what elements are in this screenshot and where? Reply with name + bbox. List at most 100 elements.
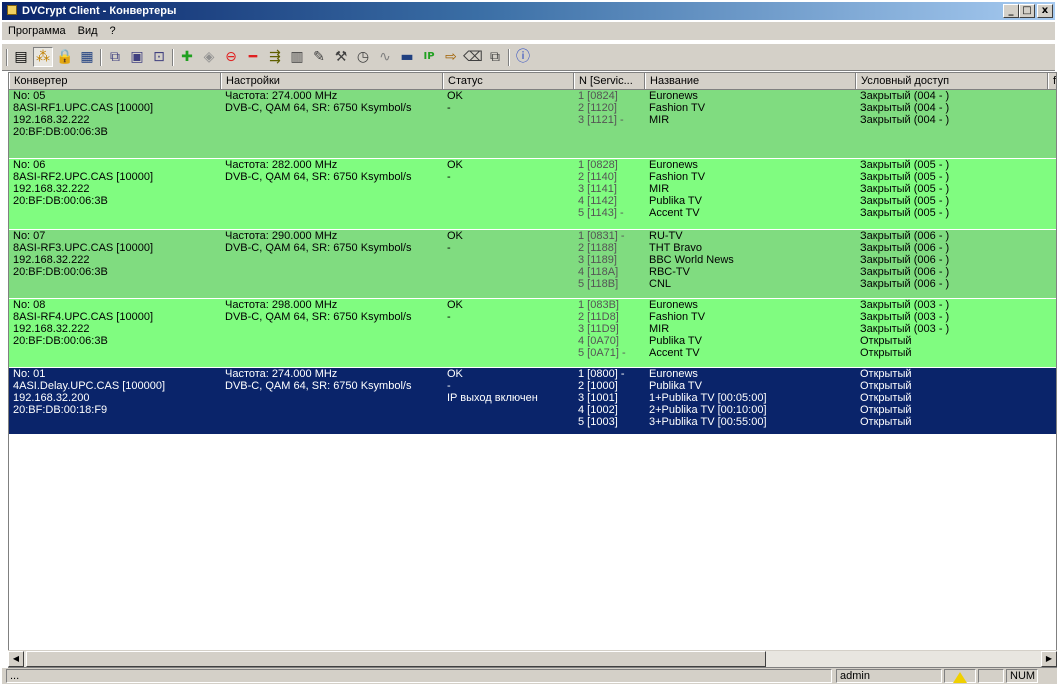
converter-row[interactable]: No: 01 4ASI.Delay.UPC.CAS [100000] 192.168… (9, 368, 1056, 434)
converter-cell-line: 20:BF:DB:00:18:F9 (13, 404, 108, 416)
service-access: Открытый (860, 380, 912, 392)
conditional-access-cell: Закрытый (004 - ) Закрытый (004 - ) Закрыт… (860, 90, 949, 126)
service-number-cell: 1 [0824] 2 [1120] 3 [1121] - (578, 90, 640, 126)
column-header-name[interactable]: Название (645, 73, 856, 89)
column-header-extra[interactable]: f (1048, 73, 1056, 89)
converter-row[interactable]: No: 07 8ASI-RF3.UPC.CAS [10000] 192.168.32… (9, 230, 1056, 298)
window-icon[interactable]: ⧉ (105, 47, 125, 67)
service-name: Fashion TV (649, 102, 706, 114)
settings-cell-line: DVB-C, QAM 64, SR: 6750 Ksymbol/s (225, 380, 412, 392)
settings-cell-line: Частота: 274.000 MHz (225, 90, 338, 102)
transfer-icon[interactable]: ⇶ (265, 47, 285, 67)
maximize-button[interactable]: □ (1019, 4, 1035, 18)
service-number: 4 [0A70] (578, 335, 619, 347)
service-number: 2 [1140] (578, 171, 617, 183)
settings-cell-line: DVB-C, QAM 64, SR: 6750 Ksymbol/s (225, 242, 412, 254)
signal-icon[interactable]: ∿ (375, 47, 395, 67)
edit-icon[interactable]: ✎ (309, 47, 329, 67)
service-name: THT Bravo (649, 242, 702, 254)
info-icon[interactable]: ⓘ (513, 47, 533, 67)
converters-list[interactable]: Конвертер Настройки Статус N [Servic... … (8, 72, 1057, 668)
service-name-cell: Euronews Fashion TV MIR Publika TV Accent TV (649, 159, 705, 219)
settings-cell-line: Частота: 290.000 MHz (225, 230, 338, 242)
service-name: Euronews (649, 368, 698, 380)
service-name: RBC-TV (649, 266, 690, 278)
converter-row[interactable]: No: 05 8ASI-RF1.UPC.CAS [10000] 192.168.32… (9, 90, 1056, 158)
service-number: 2 [1188] (578, 242, 617, 254)
close-button[interactable]: x (1037, 4, 1053, 18)
service-number: 2 [11D8] (578, 311, 619, 323)
clock-icon[interactable]: ◷ (353, 47, 373, 67)
column-header-status[interactable]: Статус (443, 73, 574, 89)
tools-icon[interactable]: ⚒ (331, 47, 351, 67)
service-name: Accent TV (649, 207, 700, 219)
settings-cell: Частота: 274.000 MHz DVB-C, QAM 64, SR: 6… (225, 90, 411, 114)
settings-cell-line: Частота: 298.000 MHz (225, 299, 338, 311)
service-name: 2+Publika TV [00:10:00] (649, 404, 767, 416)
service-name: Euronews (649, 299, 698, 311)
eraser-icon[interactable]: ⌫ (463, 47, 483, 67)
toolbar: ▤ ⁂ 🔒 ▦ ⧉ ▣ ⊡ ✚ ◈ ⊖ ━ ⇶ ▥ ✎ ⚒ ◷ ∿ ▬ IP ⇨… (2, 43, 1055, 71)
search-window-icon[interactable]: ⊡ (149, 47, 169, 67)
service-access: Закрытый (006 - ) (860, 266, 950, 278)
converter-cell-line: No: 08 (13, 299, 46, 311)
converter-cell-line: 8ASI-RF3.UPC.CAS [10000] (13, 242, 154, 254)
remove-icon[interactable]: ━ (243, 47, 263, 67)
scroll-right-button[interactable]: ▶ (1041, 651, 1057, 667)
service-name-cell: Euronews Publika TV 1+Publika TV [00:05:00… (649, 368, 767, 428)
menu-view[interactable]: Вид (72, 25, 104, 37)
service-access: Закрытый (006 - ) (860, 242, 950, 254)
service-number: 2 [1120] (578, 102, 617, 114)
list-view-icon[interactable]: ▤ (11, 47, 31, 67)
display-icon[interactable]: ▬ (397, 47, 417, 67)
calendar-icon[interactable]: ▥ (287, 47, 307, 67)
stop-icon[interactable]: ⊖ (221, 47, 241, 67)
column-header-service-number[interactable]: N [Servic... (574, 73, 645, 89)
service-access: Открытый (860, 347, 912, 359)
copy-icon[interactable]: ⧉ (485, 47, 505, 67)
menu-help[interactable]: ? (104, 25, 122, 37)
service-name: Accent TV (649, 347, 700, 359)
horizontal-scrollbar[interactable]: ◀ ▶ (8, 650, 1057, 667)
minimize-button[interactable]: _ (1003, 4, 1019, 18)
add-icon[interactable]: ✚ (177, 47, 197, 67)
service-access: Закрытый (003 - ) (860, 311, 950, 323)
service-name: Publika TV (649, 335, 702, 347)
service-name: 1+Publika TV [00:05:00] (649, 392, 767, 404)
status-warning-panel (944, 669, 976, 683)
service-name: Fashion TV (649, 311, 706, 323)
lock-view-icon[interactable]: 🔒 (55, 47, 75, 67)
column-header-settings[interactable]: Настройки (221, 73, 443, 89)
scroll-thumb[interactable] (26, 651, 766, 667)
converter-row[interactable]: No: 06 8ASI-RF2.UPC.CAS [10000] 192.168.32… (9, 159, 1056, 229)
service-number: 1 [0824] (578, 90, 618, 102)
converter-cell-line: 192.168.32.222 (13, 183, 90, 195)
export-icon[interactable]: ⇨ (441, 47, 461, 67)
converter-cell: No: 08 8ASI-RF4.UPC.CAS [10000] 192.168.32… (13, 299, 153, 347)
diamond-icon[interactable]: ◈ (199, 47, 219, 67)
settings-cell-line: DVB-C, QAM 64, SR: 6750 Ksymbol/s (225, 171, 412, 183)
menu-program[interactable]: Программа (2, 25, 72, 37)
status-cell: OK - (447, 230, 463, 254)
column-header-converter[interactable]: Конвертер (9, 73, 221, 89)
ip-icon[interactable]: IP (419, 47, 439, 67)
table-view-icon[interactable]: ▦ (77, 47, 97, 67)
service-access: Открытый (860, 335, 912, 347)
monitor-icon[interactable]: ▣ (127, 47, 147, 67)
window-title: DVCrypt Client - Конвертеры (22, 5, 177, 17)
toolbar-separator (6, 49, 8, 66)
service-number: 5 [118B] (578, 278, 619, 290)
scroll-left-button[interactable]: ◀ (8, 651, 24, 667)
service-number: 5 [1143] - (578, 207, 624, 219)
converter-row[interactable]: No: 08 8ASI-RF4.UPC.CAS [10000] 192.168.32… (9, 299, 1056, 367)
service-number: 3 [1121] - (578, 114, 624, 126)
status-cell: OK - (447, 159, 463, 183)
service-name: MIR (649, 323, 670, 335)
status-cell: OK - (447, 299, 463, 323)
service-number: 1 [083B] (578, 299, 619, 311)
converters-view-icon[interactable]: ⁂ (33, 47, 53, 67)
service-access: Закрытый (005 - ) (860, 207, 950, 219)
service-access: Закрытый (006 - ) (860, 278, 950, 290)
service-number-cell: 1 [0800] -2 [1000] 3 [1001] 4 [1002] 5 [100… (578, 368, 640, 428)
column-header-conditional-access[interactable]: Условный доступ (856, 73, 1048, 89)
